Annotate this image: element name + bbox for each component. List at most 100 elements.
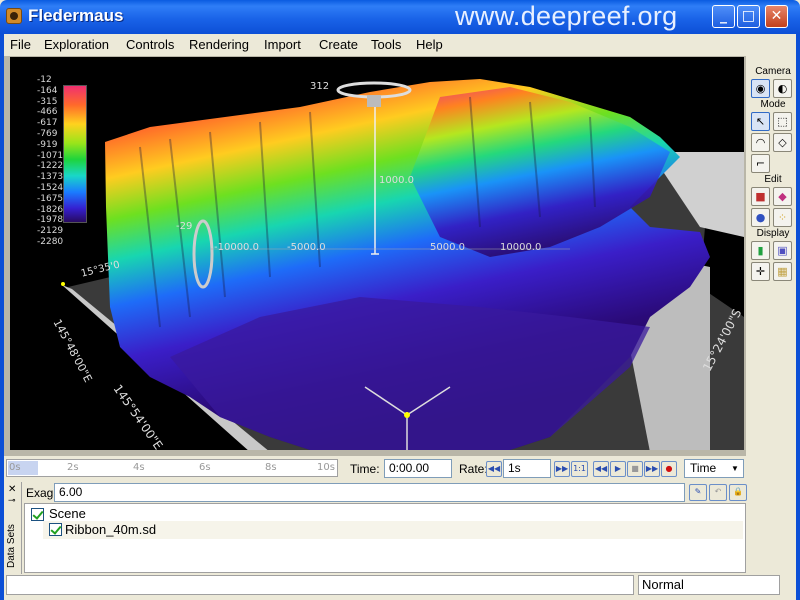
menu-help[interactable]: Help <box>416 37 443 52</box>
select-box-button[interactable]: ⬚ <box>773 112 792 131</box>
status-mode: Normal <box>638 575 780 595</box>
ratio-button[interactable]: 1:1 <box>571 461 588 477</box>
lasso-button[interactable]: ◠ <box>751 133 770 152</box>
profile-icon: ⌐ <box>755 157 766 170</box>
skip-back-icon: ◀◀ <box>594 464 608 473</box>
menu-controls[interactable]: Controls <box>126 37 174 52</box>
timeline-slider[interactable]: 0s 2s 4s 6s 8s 10s <box>6 459 338 477</box>
legend-value: -12 <box>37 75 52 85</box>
pointer-icon: ↖ <box>755 115 766 128</box>
exag-field[interactable]: 6.00 <box>54 483 685 502</box>
edit-points-button[interactable]: ⁘ <box>773 208 792 227</box>
edit-color-button[interactable]: ■ <box>751 187 770 206</box>
display-grid-button[interactable]: ✛ <box>751 262 770 281</box>
rate-field[interactable]: 1s <box>503 459 551 478</box>
menu-create[interactable]: Create <box>319 37 358 52</box>
play-icon: ▶ <box>614 464 622 473</box>
legend-value: -1071 <box>37 150 64 161</box>
maximize-button[interactable]: □ <box>737 5 760 28</box>
camera-rotate-button[interactable]: ◉ <box>751 79 770 98</box>
select-box-icon: ⬚ <box>777 115 788 128</box>
display-volume-button[interactable]: ▣ <box>773 241 792 260</box>
close-button[interactable]: ✕ <box>765 5 788 28</box>
tool-panel: Camera ◉ ◐ Mode ↖ ⬚ ◠ ◇ ⌐ Edit ■ ◆ ● ⁘ D… <box>747 57 795 452</box>
data-sets-label: Data Sets <box>6 524 17 568</box>
camera-rotate-icon: ◉ <box>755 82 766 95</box>
ribbon-checkbox[interactable] <box>49 523 62 536</box>
data-sets-tab[interactable]: ✕ ⊸ Data Sets <box>4 482 22 574</box>
axis-label: 10000.0 <box>500 242 542 253</box>
display-image-icon: ▦ <box>777 265 788 278</box>
tree-item-ribbon[interactable]: Ribbon_40m.sd <box>43 521 743 539</box>
timeline-tick: 4s <box>133 462 145 473</box>
camera-fly-button[interactable]: ◐ <box>773 79 792 98</box>
display-section-label: Display <box>756 228 790 239</box>
undo-button[interactable]: ↶ <box>709 484 727 501</box>
pointer-button[interactable]: ↖ <box>751 112 770 131</box>
fast-forward-icon: ▶▶ <box>555 464 569 473</box>
tree-item-label: Ribbon_40m.sd <box>65 522 157 537</box>
settings-button[interactable]: ✎ <box>689 484 707 501</box>
mode-section-label: Mode <box>760 99 786 110</box>
status-message <box>6 575 634 595</box>
legend-value: -1373 <box>37 172 64 183</box>
undo-icon: ↶ <box>714 487 722 496</box>
edit-fill-button[interactable]: ● <box>751 208 770 227</box>
skip-back-button[interactable]: ◀◀ <box>593 461 609 477</box>
skip-forward-button[interactable]: ▶▶ <box>644 461 660 477</box>
play-button[interactable]: ▶ <box>610 461 626 477</box>
menu-rendering[interactable]: Rendering <box>189 37 249 52</box>
profile-button[interactable]: ⌐ <box>751 154 770 173</box>
pin-icon[interactable]: ⊸ <box>8 496 16 506</box>
top-ring-label: 312 <box>310 81 330 92</box>
legend-value: -919 <box>37 139 58 150</box>
lock-button[interactable]: 🔒 <box>729 484 747 501</box>
legend-value: -1826 <box>37 204 64 215</box>
legend-value: -315 <box>37 96 58 107</box>
rate-decrease-button[interactable]: ◀◀ <box>486 461 502 477</box>
edit-section-label: Edit <box>764 174 782 185</box>
timeline-tick: 8s <box>265 462 277 473</box>
legend-value: -769 <box>37 128 58 139</box>
menu-tools[interactable]: Tools <box>371 37 401 52</box>
time-field[interactable]: 0:00.00 <box>384 459 452 478</box>
status-bar: Normal <box>4 574 796 596</box>
minimize-button[interactable]: _ <box>712 5 735 28</box>
lock-icon: 🔒 <box>733 487 743 496</box>
legend-value: -466 <box>37 107 58 118</box>
exag-label: Exag: <box>26 486 57 500</box>
timeline-tick: 6s <box>199 462 211 473</box>
3d-viewport[interactable]: -12 -164 -315 -466 -617 -769 -919 -1071 … <box>10 57 744 450</box>
display-legend-icon: ▮ <box>757 244 764 257</box>
display-legend-button[interactable]: ▮ <box>751 241 770 260</box>
menu-file[interactable]: File <box>10 37 31 52</box>
timeline-tick: 10s <box>317 462 335 473</box>
axis-label: 5000.0 <box>430 242 465 253</box>
close-panel-icon[interactable]: ✕ <box>8 484 16 495</box>
legend-value: -617 <box>37 118 58 129</box>
menu-import[interactable]: Import <box>264 37 301 52</box>
legend-labels: -12 -164 -315 -466 -617 -769 -919 -1071 … <box>37 75 67 248</box>
edit-shape-button[interactable]: ◆ <box>773 187 792 206</box>
menu-bar: File Exploration Controls Rendering Impo… <box>0 34 800 56</box>
tree-item-label: Scene <box>49 506 86 521</box>
title-bar[interactable]: Fledermaus www.deepreef.org _ □ ✕ <box>0 0 800 34</box>
time-mode-value: Time <box>690 461 717 475</box>
polygon-select-button[interactable]: ◇ <box>773 133 792 152</box>
display-image-button[interactable]: ▦ <box>773 262 792 281</box>
time-mode-select[interactable]: Time ▼ <box>684 459 744 478</box>
rewind-icon: ◀◀ <box>487 464 501 473</box>
vertical-scale-label: 1000.0 <box>379 175 414 186</box>
record-button[interactable]: ● <box>661 461 677 477</box>
scene-checkbox[interactable] <box>31 508 44 521</box>
stop-button[interactable]: ■ <box>627 461 643 477</box>
legend-value: -2129 <box>37 226 64 237</box>
menu-exploration[interactable]: Exploration <box>44 37 109 52</box>
skip-forward-icon: ▶▶ <box>645 464 659 473</box>
time-label: Time: <box>350 462 380 476</box>
wrench-icon: ✎ <box>694 487 702 496</box>
legend-value: -1978 <box>37 215 64 226</box>
app-icon[interactable] <box>6 8 22 24</box>
rate-increase-button[interactable]: ▶▶ <box>554 461 570 477</box>
edit-color-icon: ■ <box>755 190 766 203</box>
